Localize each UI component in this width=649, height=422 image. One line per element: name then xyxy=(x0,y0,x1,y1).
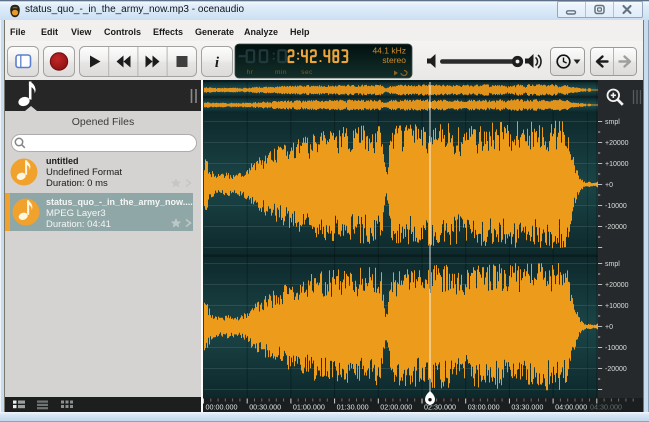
svg-text:-20000: -20000 xyxy=(605,224,627,231)
svg-text:+20000: +20000 xyxy=(605,140,629,147)
svg-text:03:00.000: 03:00.000 xyxy=(468,403,500,412)
svg-text:01:30.000: 01:30.000 xyxy=(337,403,369,412)
svg-text:+10000: +10000 xyxy=(605,161,629,168)
svg-text:min: min xyxy=(275,69,287,76)
svg-text:smpl: smpl xyxy=(605,261,620,268)
svg-text:+20000: +20000 xyxy=(605,282,629,289)
svg-text:44.1 kHz: 44.1 kHz xyxy=(372,46,406,56)
svg-text:-10000: -10000 xyxy=(605,345,627,352)
svg-text:+0: +0 xyxy=(605,324,613,331)
svg-text:02:00.000: 02:00.000 xyxy=(380,403,412,412)
svg-text:+0: +0 xyxy=(605,182,613,189)
svg-text:01:00.000: 01:00.000 xyxy=(293,403,325,412)
svg-text:-10000: -10000 xyxy=(605,203,627,210)
svg-text:stereo: stereo xyxy=(382,55,406,65)
svg-text:smpl: smpl xyxy=(605,119,620,126)
svg-text:00:00.000: 00:00.000 xyxy=(206,403,238,412)
svg-text:00:30.000: 00:30.000 xyxy=(249,403,281,412)
svg-text:+10000: +10000 xyxy=(605,303,629,310)
svg-text:hr: hr xyxy=(247,69,254,76)
svg-text:04:00.000: 04:00.000 xyxy=(555,403,587,412)
svg-text:04:30.000: 04:30.000 xyxy=(590,403,622,412)
svg-text:-20000: -20000 xyxy=(605,366,627,373)
svg-text:03:30.000: 03:30.000 xyxy=(511,403,543,412)
svg-text:sec: sec xyxy=(301,69,313,76)
